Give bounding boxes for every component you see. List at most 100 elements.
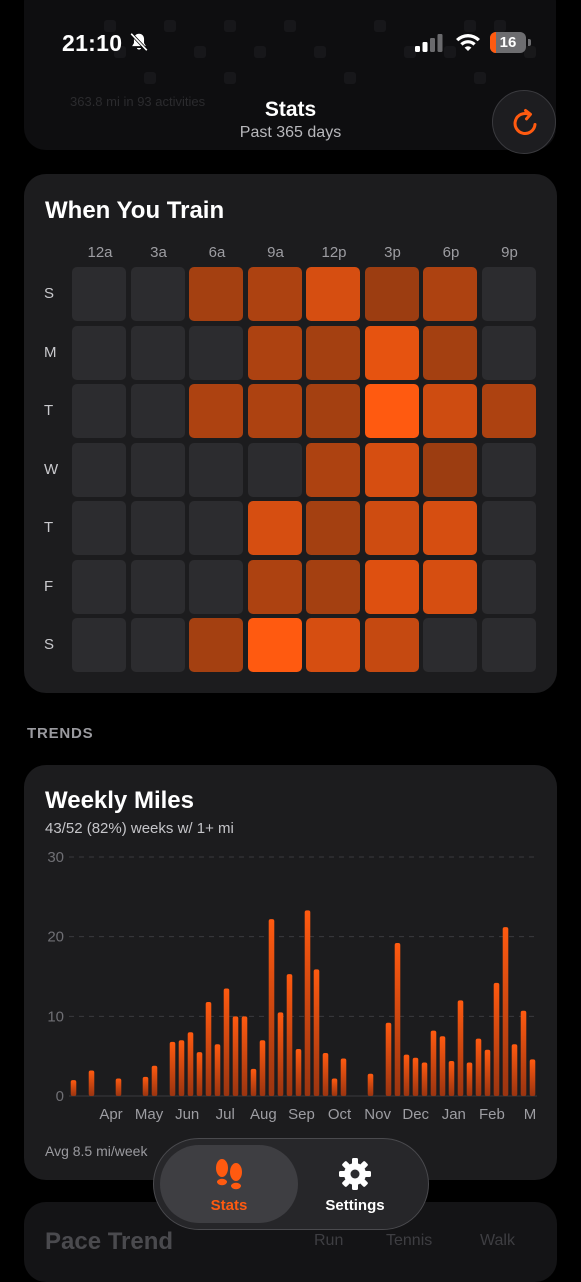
bar bbox=[178, 1040, 185, 1096]
status-time: 21:10 bbox=[62, 30, 123, 56]
heatmap-cell bbox=[247, 325, 302, 380]
bar bbox=[286, 974, 293, 1096]
day-label: S bbox=[44, 636, 55, 653]
tab-stats[interactable]: Stats bbox=[160, 1145, 298, 1223]
month-tick-label: Nov bbox=[364, 1106, 391, 1123]
hour-label: 3a bbox=[150, 244, 167, 261]
bar bbox=[502, 927, 509, 1096]
month-tick-label: May bbox=[135, 1106, 164, 1123]
tab-settings[interactable]: Settings bbox=[286, 1145, 424, 1223]
heatmap-cell bbox=[130, 501, 185, 555]
hour-label: 6a bbox=[208, 244, 226, 261]
bar bbox=[439, 1036, 446, 1096]
bar bbox=[259, 1040, 266, 1096]
hour-label: 12p bbox=[321, 244, 347, 261]
y-tick-label: 20 bbox=[47, 929, 64, 946]
bar bbox=[142, 1076, 149, 1096]
day-label: T bbox=[44, 519, 54, 536]
bar bbox=[331, 1078, 338, 1096]
silent-bell-icon bbox=[130, 32, 148, 52]
month-tick-label: Feb bbox=[479, 1106, 505, 1123]
weekly-miles-chart: 0 10 20 30 Apr May Jun Jul Aug Sep Oct Nov Dec Jan Feb… bbox=[47, 849, 537, 1123]
bar bbox=[367, 1073, 374, 1096]
bar bbox=[493, 982, 500, 1096]
heatmap-cell bbox=[306, 618, 360, 672]
bar bbox=[466, 1062, 473, 1096]
month-tick-label: Jan bbox=[442, 1106, 466, 1123]
month-tick-label: Dec bbox=[402, 1106, 429, 1123]
day-label: T bbox=[44, 402, 54, 419]
month-tick-label: Aug bbox=[250, 1106, 277, 1123]
heatmap-cell bbox=[306, 442, 360, 497]
heatmap-cell bbox=[247, 501, 302, 555]
hour-label: 12a bbox=[87, 244, 113, 261]
trends-section-label: TRENDS bbox=[27, 725, 94, 742]
heatmap-cell bbox=[481, 442, 536, 497]
heatmap-cell bbox=[72, 501, 126, 555]
bar bbox=[511, 1044, 518, 1096]
month-tick-label: Jun bbox=[175, 1106, 199, 1123]
bar bbox=[187, 1032, 194, 1096]
wifi-icon bbox=[456, 34, 480, 51]
status-bar: 21:10 16 bbox=[0, 0, 581, 90]
heatmap-cell bbox=[130, 442, 185, 497]
bar bbox=[151, 1065, 158, 1096]
heatmap-cell bbox=[364, 501, 419, 555]
bar bbox=[295, 1048, 302, 1096]
heatmap-cell bbox=[423, 384, 477, 438]
heatmap-cell bbox=[423, 501, 477, 555]
heatmap-cell bbox=[306, 559, 360, 614]
bar bbox=[484, 1049, 491, 1096]
pace-tab-tennis[interactable]: Tennis bbox=[386, 1232, 432, 1250]
bar bbox=[232, 1016, 239, 1096]
battery-nub bbox=[528, 39, 531, 46]
bar bbox=[457, 1000, 464, 1096]
month-tick-label: Apr bbox=[99, 1106, 122, 1123]
heatmap-cell bbox=[481, 501, 536, 555]
pace-tab-run[interactable]: Run bbox=[314, 1232, 343, 1250]
heatmap-cell bbox=[72, 267, 126, 321]
hour-label: 9a bbox=[267, 244, 284, 261]
battery-percent: 16 bbox=[499, 34, 517, 51]
bar bbox=[394, 943, 401, 1096]
heatmap-cell bbox=[481, 267, 536, 321]
heatmap-cell bbox=[247, 442, 302, 497]
pace-tab-walk[interactable]: Walk bbox=[480, 1232, 515, 1250]
month-tick-label: M bbox=[524, 1106, 537, 1123]
y-tick-label: 0 bbox=[56, 1088, 64, 1105]
bar bbox=[340, 1058, 347, 1096]
heatmap-title: When You Train bbox=[45, 197, 225, 224]
bar bbox=[322, 1052, 329, 1096]
heatmap-cell bbox=[189, 442, 243, 497]
heatmap-cell bbox=[72, 442, 126, 497]
bar bbox=[88, 1070, 95, 1096]
refresh-button[interactable] bbox=[492, 90, 556, 154]
bar bbox=[277, 1012, 284, 1096]
bar bbox=[313, 969, 320, 1096]
heatmap-cell bbox=[72, 384, 126, 438]
weekly-miles-card: Weekly Miles 43/52 (82%) weeks w/ 1+ mi … bbox=[24, 765, 557, 1180]
month-tick-label: Sep bbox=[288, 1106, 315, 1123]
heatmap-cell bbox=[189, 384, 243, 438]
hour-label: 9p bbox=[501, 244, 518, 261]
heatmap-cell bbox=[247, 618, 302, 672]
heatmap-cell bbox=[247, 267, 302, 321]
heatmap-cell bbox=[189, 267, 243, 321]
heatmap-cell bbox=[423, 267, 477, 321]
heatmap-cell bbox=[364, 267, 419, 321]
y-tick-label: 10 bbox=[47, 1008, 64, 1025]
day-label: S bbox=[44, 285, 55, 302]
heatmap-cell bbox=[130, 384, 185, 438]
heatmap-cell bbox=[423, 618, 477, 672]
heatmap-cell bbox=[481, 559, 536, 614]
heatmap-cell bbox=[189, 325, 243, 380]
month-tick-label: Oct bbox=[328, 1106, 352, 1123]
heatmap-cell bbox=[364, 618, 419, 672]
bar bbox=[115, 1078, 122, 1096]
day-label: M bbox=[44, 343, 57, 361]
bar bbox=[223, 988, 230, 1096]
footprints-icon bbox=[216, 1159, 242, 1190]
tab-settings-label: Settings bbox=[325, 1197, 385, 1214]
bar bbox=[421, 1062, 428, 1096]
bar bbox=[268, 919, 275, 1096]
